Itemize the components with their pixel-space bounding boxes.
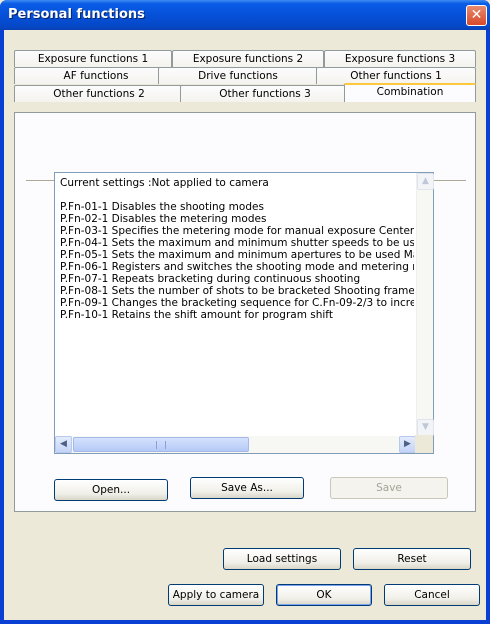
window-title: Personal functions [8, 7, 145, 22]
chevron-right-icon: ▶ [404, 439, 411, 449]
tab-exposure-functions-1[interactable]: Exposure functions 1 [14, 50, 172, 67]
scroll-left-button[interactable]: ◀ [55, 436, 72, 453]
tab-exposure-functions-3[interactable]: Exposure functions 3 [324, 50, 476, 67]
close-button[interactable]: ✕ [466, 5, 487, 26]
ok-button[interactable]: OK [276, 584, 372, 606]
list-item: P.Fn-04-1 Sets the maximum and minimum s… [60, 237, 414, 249]
tab-drive-functions[interactable]: Drive functions [158, 67, 318, 84]
list-item: P.Fn-01-1 Disables the shooting modes [60, 201, 264, 213]
list-item: P.Fn-03-1 Specifies the metering mode fo… [60, 225, 414, 237]
chevron-down-icon: ▼ [422, 422, 429, 432]
load-settings-button[interactable]: Load settings [223, 548, 341, 570]
personal-functions-window: Personal functions ✕ Exposure functions … [0, 0, 490, 624]
list-item: Current settings :Not applied to camera [60, 177, 269, 189]
apply-to-camera-button[interactable]: Apply to camera [168, 584, 264, 606]
scroll-up-button[interactable]: ▲ [417, 173, 434, 190]
scroll-right-button[interactable]: ▶ [399, 436, 416, 453]
open-button[interactable]: Open... [54, 479, 168, 501]
list-item: P.Fn-10-1 Retains the shift amount for p… [60, 309, 333, 321]
settings-listbox[interactable]: Current settings :Not applied to camera … [54, 172, 434, 454]
list-item: P.Fn-07-1 Repeats bracketing during cont… [60, 273, 361, 285]
tab-af-functions[interactable]: AF functions [14, 67, 178, 84]
vertical-scrollbar[interactable]: ▲ ▼ [416, 173, 434, 436]
horizontal-scrollbar[interactable]: ◀ ▶ [55, 436, 416, 453]
reset-button[interactable]: Reset [353, 548, 471, 570]
tab-combination[interactable]: Combination [344, 83, 476, 102]
tab-other-functions-3[interactable]: Other functions 3 [180, 85, 350, 102]
tab-other-functions-1[interactable]: Other functions 1 [316, 67, 476, 84]
list-item: P.Fn-05-1 Sets the maximum and minimum a… [60, 249, 414, 261]
dialog-client-area: Exposure functions 1 Exposure functions … [4, 30, 486, 620]
grip-icon [156, 441, 166, 449]
scrollbar-corner [415, 435, 433, 453]
save-as-button[interactable]: Save As... [190, 477, 304, 499]
close-icon: ✕ [470, 7, 483, 23]
list-item: P.Fn-06-1 Registers and switches the sho… [60, 261, 414, 273]
list-item [60, 189, 414, 201]
chevron-up-icon: ▲ [422, 176, 429, 186]
tab-exposure-functions-2[interactable]: Exposure functions 2 [172, 50, 324, 67]
list-item: P.Fn-09-1 Changes the bracketing sequenc… [60, 297, 414, 309]
horizontal-scroll-thumb[interactable] [73, 437, 249, 452]
save-button[interactable]: Save [330, 477, 448, 499]
title-bar[interactable]: Personal functions ✕ [0, 0, 490, 30]
list-item: P.Fn-08-1 Sets the number of shots to be… [60, 285, 414, 297]
chevron-left-icon: ◀ [60, 439, 67, 449]
settings-list-text: Current settings :Not applied to camera … [60, 177, 414, 433]
tab-other-functions-2[interactable]: Other functions 2 [14, 85, 184, 102]
scroll-down-button[interactable]: ▼ [417, 419, 434, 436]
list-item: P.Fn-02-1 Disables the metering modes [60, 213, 267, 225]
cancel-button[interactable]: Cancel [384, 584, 480, 606]
